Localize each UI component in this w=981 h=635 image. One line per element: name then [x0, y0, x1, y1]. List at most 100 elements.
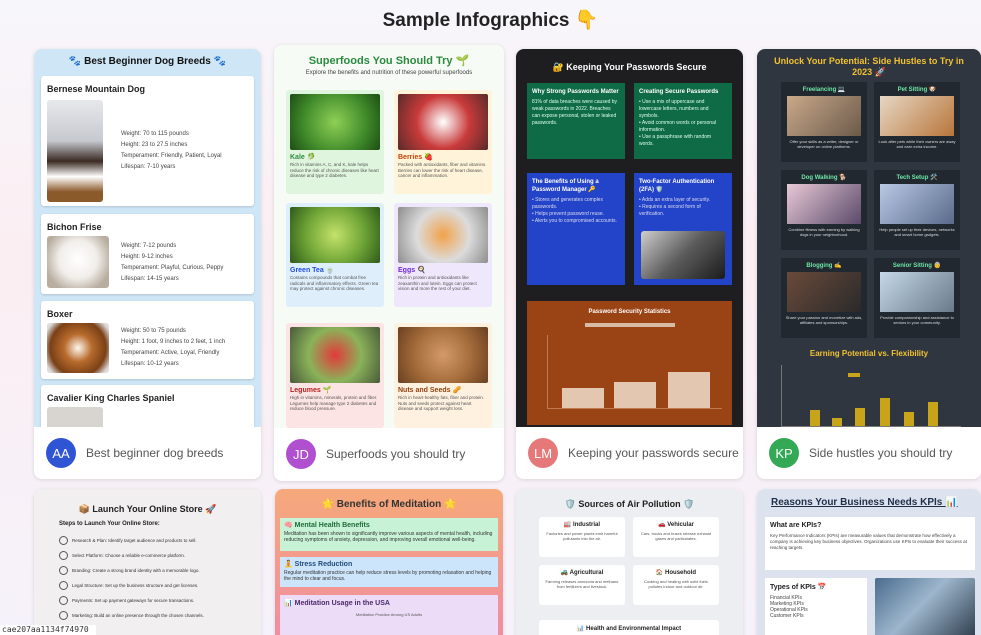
hustle-desc: Offer your skills as a writer, designer …	[789, 139, 859, 149]
superfood-photo	[290, 207, 380, 263]
pollution-source: 🚜 Agricultural Farming releases ammonia a…	[539, 565, 625, 605]
store-step-text: Research & Plan: Identify target audienc…	[72, 538, 197, 543]
infographic-card-dog-breeds[interactable]: 🐾 Best Beginner Dog Breeds 🐾 Bernese Mou…	[34, 49, 261, 479]
breed-lifespan: Lifespan: 7-10 years	[121, 164, 176, 170]
infographic-card-online-store[interactable]: 📦 Launch Your Online Store 🚀 Steps to La…	[34, 489, 261, 635]
card-caption[interactable]: Side hustles you should try	[809, 446, 952, 460]
card-footer: KP Side hustles you should try	[757, 427, 981, 479]
step-icon	[59, 536, 68, 545]
hustle-name: Blogging ✍️	[806, 263, 842, 269]
laptop-photo	[641, 231, 725, 279]
breed-temperament: Temperament: Playful, Curious, Peppy	[121, 265, 224, 271]
superfood-desc: Rich in heart-healthy fats, fiber and pr…	[398, 395, 485, 411]
hustle-photo	[787, 272, 861, 312]
pollution-source: 🏠 Household Cooking and heating with soli…	[633, 565, 719, 605]
infographic-card-air-pollution[interactable]: 🛡️ Sources of Air Pollution 🛡️ 🏭 Industr…	[516, 489, 743, 635]
superfood-tile: Green Tea 🍵 Contains compounds that comba…	[286, 203, 384, 307]
breed-lifespan: Lifespan: 10-12 years	[121, 361, 179, 367]
kpis-types-title: Types of KPIs 📅	[770, 584, 827, 591]
breed-card: Bernese Mountain Dog Weight: 70 to 115 p…	[41, 76, 254, 206]
superfood-desc: Contains compounds that combat free radi…	[290, 275, 379, 291]
step-icon	[59, 566, 68, 575]
step-icon	[59, 611, 68, 620]
store-step-text: Payments: Set up payment gateways for se…	[72, 598, 195, 603]
boxer-photo	[47, 323, 109, 373]
infographic-card-side-hustles[interactable]: Unlock Your Potential: Side Hustles to T…	[757, 49, 981, 479]
infographic-card-kpis[interactable]: Reasons Your Business Needs KPIs 📊 What …	[757, 489, 981, 635]
chart-legend-swatch	[848, 373, 860, 377]
password-box-text: 81% of data breaches were caused by weak…	[532, 99, 618, 126]
card-caption[interactable]: Best beginner dog breeds	[86, 446, 223, 460]
store-title: 📦 Launch Your Online Store 🚀	[78, 504, 217, 514]
meditation-thumbnail: 🌟 Benefits of Meditation 🌟 🧠 Mental Heal…	[275, 489, 503, 635]
superfood-tile: Eggs 🍳 Rich in protein and antioxidants l…	[394, 203, 492, 307]
superfood-photo	[290, 327, 380, 383]
store-step: Branding: Create a strong brand identity…	[59, 563, 249, 578]
author-avatar[interactable]: KP	[769, 438, 799, 468]
hustle-name: Senior Sitting 👵	[892, 263, 942, 269]
hustle-photo	[880, 184, 954, 224]
hustle-photo	[880, 96, 954, 136]
password-box: The Benefits of Using a Password Manager…	[527, 173, 625, 285]
hustle-tile: Freelancing 💻 Offer your skills as a writ…	[781, 82, 867, 162]
hustle-name: Pet Sitting 🐶	[897, 87, 937, 93]
superfood-desc: Rich in protein and antioxidants like ze…	[398, 275, 477, 291]
store-step: Marketing: Build an online presence thro…	[59, 608, 249, 623]
hustles-chart	[781, 365, 961, 427]
store-step: Research & Plan: Identify target audienc…	[59, 533, 249, 548]
pollution-impact-title: 📊 Health and Environmental Impact	[576, 626, 682, 632]
chart-bar	[832, 418, 842, 426]
breed-temperament: Temperament: Friendly, Patient, Loyal	[121, 153, 222, 159]
superfood-tile: Berries 🍓 Packed with antioxidants, fiber…	[394, 90, 492, 194]
superfood-desc: Packed with antioxidants, fiber and vita…	[398, 162, 487, 178]
superfood-name: Berries 🍓	[398, 154, 433, 161]
step-icon	[59, 551, 68, 560]
infographic-card-meditation[interactable]: 🌟 Benefits of Meditation 🌟 🧠 Mental Heal…	[275, 489, 503, 635]
store-step: Select Platform: Choose a reliable e-com…	[59, 548, 249, 563]
store-step-text: Branding: Create a strong brand identity…	[72, 568, 200, 573]
password-box: Creating Secure Passwords • Use a mix of…	[634, 83, 732, 159]
pollution-source-name: 🏠 Household	[655, 570, 697, 576]
kpis-photo	[875, 578, 975, 635]
card-caption[interactable]: Keeping your passwords secure	[568, 446, 739, 460]
superfoods-thumbnail: Superfoods You Should Try 🌱 Explore the …	[274, 45, 504, 428]
card-caption[interactable]: Superfoods you should try	[326, 447, 465, 461]
chart-bar	[855, 408, 865, 426]
cavalier-photo	[47, 407, 103, 427]
passwords-title: 🔐 Keeping Your Passwords Secure	[552, 62, 707, 72]
infographic-card-passwords[interactable]: 🔐 Keeping Your Passwords Secure Why Stro…	[516, 49, 743, 479]
superfoods-title: Superfoods You Should Try 🌱	[308, 55, 470, 67]
superfood-tile: Kale 🥬 Rich in vitamins A, C, and K, kale…	[286, 90, 384, 194]
meditation-title: 🌟 Benefits of Meditation 🌟	[321, 499, 457, 510]
superfood-desc: Rich in vitamins A, C, and K, kale helps…	[290, 162, 379, 178]
kpis-what-title: What are KPIs?	[770, 522, 822, 529]
pollution-source: 🚗 Vehicular Cars, trucks and buses releas…	[633, 517, 719, 557]
store-step-text: Legal Structure: Set up the business str…	[72, 583, 199, 588]
breed-weight: Weight: 50 to 75 pounds	[121, 328, 186, 334]
password-chart: Password Security Statistics	[527, 301, 732, 425]
password-box-text: • Stores and generates complex passwords…	[532, 197, 617, 224]
breed-card: Cavalier King Charles Spaniel	[41, 385, 254, 427]
meditation-box-title: 📊 Meditation Usage in the USA	[284, 600, 390, 607]
meditation-box-text: Regular meditation practice can help red…	[284, 570, 492, 582]
password-box: Two-Factor Authentication (2FA) 🛡️ • Add…	[634, 173, 732, 285]
meditation-box-text: Meditation Practice Among US Adults	[355, 612, 423, 617]
meditation-box: 📊 Meditation Usage in the USA Meditation…	[280, 595, 498, 635]
breed-name: Bernese Mountain Dog	[47, 84, 146, 94]
breed-name: Bichon Frise	[47, 222, 102, 232]
pollution-thumbnail: 🛡️ Sources of Air Pollution 🛡️ 🏭 Industr…	[516, 489, 743, 635]
chart-bar	[904, 412, 914, 426]
author-avatar[interactable]: AA	[46, 438, 76, 468]
breed-height: Height: 9-12 inches	[121, 254, 173, 260]
author-avatar[interactable]: LM	[528, 438, 558, 468]
meditation-box-title: 🧘 Stress Reduction	[284, 561, 353, 568]
password-box-title: The Benefits of Using a Password Manager…	[532, 179, 599, 193]
breed-lifespan: Lifespan: 14-15 years	[121, 276, 179, 282]
chart-legend-swatch	[585, 323, 675, 327]
author-avatar[interactable]: JD	[286, 439, 316, 469]
store-subtitle: Steps to Launch Your Online Store:	[59, 521, 160, 527]
infographic-card-superfoods[interactable]: Superfoods You Should Try 🌱 Explore the …	[274, 45, 504, 481]
password-box-title: Why Strong Passwords Matter	[532, 89, 619, 95]
dog-breeds-title: 🐾 Best Beginner Dog Breeds 🐾	[68, 56, 227, 67]
hustle-tile: Senior Sitting 👵 Provide companionship an…	[874, 258, 960, 338]
